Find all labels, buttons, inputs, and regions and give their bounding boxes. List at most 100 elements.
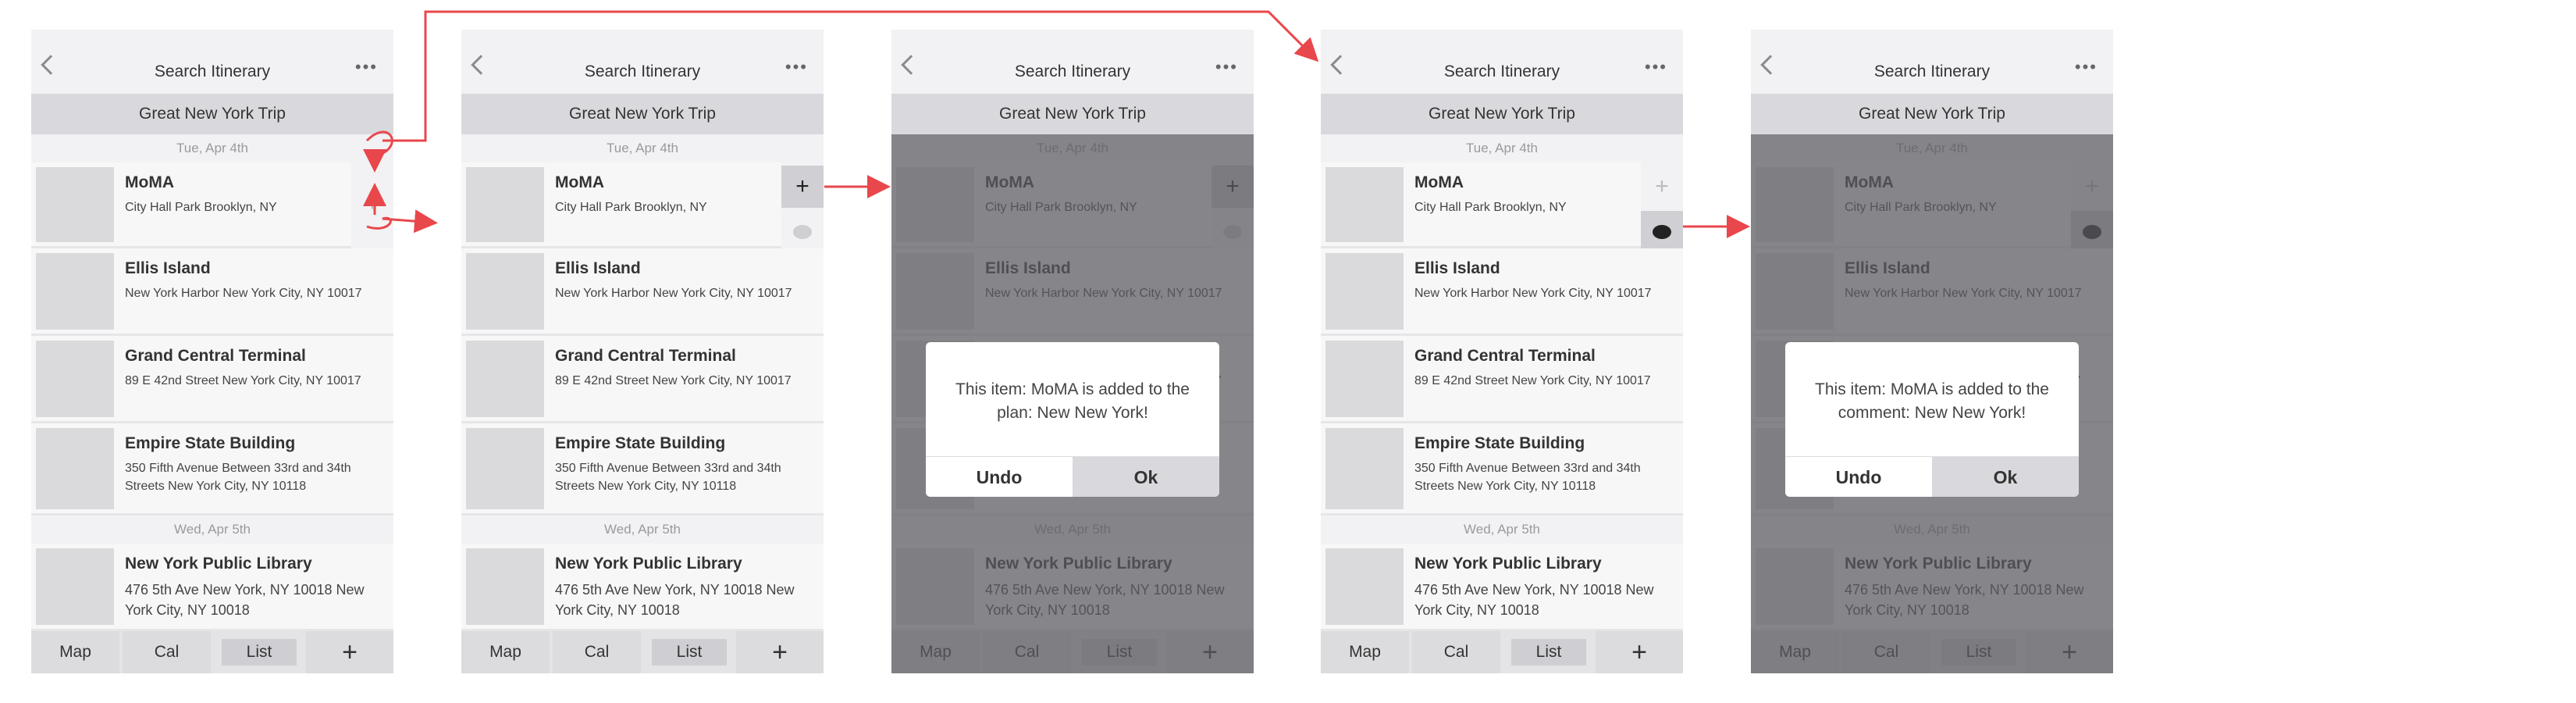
tab-add-button[interactable]: +: [736, 631, 824, 673]
place-thumbnail: [36, 253, 114, 330]
place-name: Ellis Island: [1414, 259, 1500, 277]
list-item-ellis-island[interactable]: Ellis Island New York Harbor New York Ci…: [31, 248, 393, 336]
date-header: Tue, Apr 4th: [31, 134, 393, 162]
undo-button[interactable]: Undo: [926, 456, 1073, 497]
place-name: Grand Central Terminal: [125, 347, 306, 365]
tab-cal[interactable]: Cal: [123, 631, 211, 673]
place-name: Grand Central Terminal: [1414, 347, 1596, 365]
nav-bar: Search Itinerary •••: [1321, 30, 1683, 94]
list-item-nypl[interactable]: New York Public Library 476 5th Ave New …: [1321, 544, 1683, 631]
modal-overlay[interactable]: This item: MoMA is added to the plan: Ne…: [891, 134, 1254, 673]
place-name: MoMA: [125, 173, 174, 191]
place-thumbnail: [1325, 548, 1404, 625]
tab-list[interactable]: List: [222, 639, 297, 666]
place-address: City Hall Park Brooklyn, NY: [555, 201, 707, 214]
list-item-empire-state[interactable]: Empire State Building 350 Fifth Avenue B…: [1321, 423, 1683, 516]
modal-overlay[interactable]: This item: MoMA is added to the comment:…: [1751, 134, 2113, 673]
place-address: New York Harbor New York City, NY 10017: [125, 287, 362, 300]
ok-button[interactable]: Ok: [1073, 456, 1219, 497]
more-icon[interactable]: •••: [1215, 59, 1238, 76]
trip-name-bar[interactable]: Great New York Trip: [891, 94, 1254, 134]
list-item-nypl[interactable]: New York Public Library 476 5th Ave New …: [31, 544, 393, 631]
tab-map[interactable]: Map: [1321, 631, 1409, 673]
place-name: MoMA: [1414, 173, 1464, 191]
place-name: New York Public Library: [1414, 555, 1602, 573]
date-header: Wed, Apr 5th: [461, 516, 824, 544]
list-item-moma[interactable]: MoMA City Hall Park Brooklyn, NY: [31, 162, 351, 248]
place-thumbnail: [1325, 253, 1404, 330]
trip-name-bar[interactable]: Great New York Trip: [461, 94, 824, 134]
undo-button[interactable]: Undo: [1785, 456, 1932, 497]
add-to-plan-button[interactable]: +: [351, 183, 393, 225]
page-title: Search Itinerary: [1873, 62, 1991, 80]
place-address: City Hall Park Brooklyn, NY: [1414, 201, 1567, 214]
place-address: 89 E 42nd Street New York City, NY 10017: [555, 374, 792, 387]
place-thumbnail: [36, 548, 114, 625]
add-comment-button[interactable]: [781, 211, 824, 253]
place-address: City Hall Park Brooklyn, NY: [125, 201, 277, 214]
screen-3: Search Itinerary ••• Great New York Trip…: [891, 30, 1254, 673]
more-icon[interactable]: •••: [1645, 59, 1667, 76]
place-thumbnail: [466, 167, 544, 242]
nav-bar: Search Itinerary •••: [1751, 30, 2113, 94]
place-thumbnail: [36, 341, 114, 417]
screen-2: Search Itinerary ••• Great New York Trip…: [461, 30, 824, 673]
place-thumbnail: [1325, 428, 1404, 509]
add-comment-button[interactable]: [1641, 211, 1683, 253]
list-item-moma[interactable]: MoMA City Hall Park Brooklyn, NY: [1321, 162, 1641, 248]
place-name: Ellis Island: [125, 259, 211, 277]
trip-name-bar[interactable]: Great New York Trip: [1321, 94, 1683, 134]
place-thumbnail: [1325, 167, 1404, 242]
page-title: Search Itinerary: [1014, 62, 1131, 80]
trip-name-bar[interactable]: Great New York Trip: [31, 94, 393, 134]
tab-bar: Map Cal List +: [461, 631, 824, 673]
trip-name-bar[interactable]: Great New York Trip: [1751, 94, 2113, 134]
add-to-plan-button[interactable]: +: [781, 166, 824, 208]
nav-bar: Search Itinerary •••: [31, 30, 393, 94]
tab-cal[interactable]: Cal: [1412, 631, 1500, 673]
place-name: New York Public Library: [125, 555, 312, 573]
date-header: Wed, Apr 5th: [1321, 516, 1683, 544]
place-address: 89 E 42nd Street New York City, NY 10017: [1414, 374, 1651, 387]
place-thumbnail: [466, 428, 544, 509]
place-address: 476 5th Ave New York, NY 10018 New York …: [125, 582, 365, 618]
screen-1: Search Itinerary ••• Great New York Trip…: [31, 30, 393, 673]
list-item-nypl[interactable]: New York Public Library 476 5th Ave New …: [461, 544, 824, 631]
tab-bar: Map Cal List +: [1321, 631, 1683, 673]
place-address: New York Harbor New York City, NY 10017: [1414, 287, 1652, 300]
page-title: Search Itinerary: [1443, 62, 1560, 80]
place-thumbnail: [36, 167, 114, 242]
list-item-empire-state[interactable]: Empire State Building 350 Fifth Avenue B…: [31, 423, 393, 516]
tab-list[interactable]: List: [1511, 639, 1586, 666]
place-name: Grand Central Terminal: [555, 347, 736, 365]
place-name: Ellis Island: [555, 259, 641, 277]
list-item-moma[interactable]: MoMA City Hall Park Brooklyn, NY: [461, 162, 781, 248]
tab-list[interactable]: List: [652, 639, 727, 666]
tab-bar: Map Cal List +: [31, 631, 393, 673]
added-to-comment-dialog: This item: MoMA is added to the comment:…: [1785, 342, 2079, 497]
dialog-message: This item: MoMA is added to the plan: Ne…: [955, 380, 1190, 422]
list-item-grand-central[interactable]: Grand Central Terminal 89 E 42nd Street …: [31, 336, 393, 423]
ok-button[interactable]: Ok: [1932, 456, 2079, 497]
tab-map[interactable]: Map: [31, 631, 119, 673]
place-address: New York Harbor New York City, NY 10017: [555, 287, 792, 300]
list-item-grand-central[interactable]: Grand Central Terminal 89 E 42nd Street …: [461, 336, 824, 423]
more-icon[interactable]: •••: [2075, 59, 2097, 76]
place-name: Empire State Building: [555, 434, 726, 452]
place-address: 89 E 42nd Street New York City, NY 10017: [125, 374, 361, 387]
list-item-ellis-island[interactable]: Ellis Island New York Harbor New York Ci…: [461, 248, 824, 336]
place-address: 476 5th Ave New York, NY 10018 New York …: [555, 582, 795, 618]
place-thumbnail: [36, 428, 114, 509]
date-header: Wed, Apr 5th: [31, 516, 393, 544]
more-icon[interactable]: •••: [785, 59, 808, 76]
tab-add-button[interactable]: +: [1596, 631, 1683, 673]
tab-map[interactable]: Map: [461, 631, 550, 673]
tab-cal[interactable]: Cal: [553, 631, 641, 673]
list-item-ellis-island[interactable]: Ellis Island New York Harbor New York Ci…: [1321, 248, 1683, 336]
add-to-plan-button[interactable]: +: [1641, 166, 1683, 208]
tab-add-button[interactable]: +: [306, 631, 393, 673]
list-item-grand-central[interactable]: Grand Central Terminal 89 E 42nd Street …: [1321, 336, 1683, 423]
list-item-empire-state[interactable]: Empire State Building 350 Fifth Avenue B…: [461, 423, 824, 516]
more-icon[interactable]: •••: [355, 59, 378, 76]
comment-icon: [1653, 224, 1671, 239]
